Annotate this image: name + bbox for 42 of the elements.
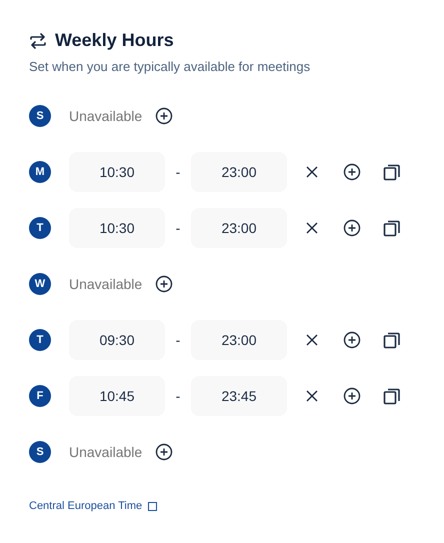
day-badge: S [29, 105, 51, 127]
unavailable-label: Unavailable [69, 444, 142, 460]
add-icon[interactable] [343, 163, 361, 181]
timezone-link[interactable]: Central European Time [29, 500, 142, 512]
start-time-field[interactable]: 10:30 [69, 152, 165, 192]
close-icon[interactable] [305, 389, 319, 403]
range-separator: - [174, 164, 182, 180]
day-badge: T [29, 217, 51, 239]
add-icon[interactable] [155, 443, 174, 461]
copy-icon[interactable] [383, 219, 401, 237]
copy-icon[interactable] [383, 331, 401, 349]
section-title: Weekly Hours [55, 30, 174, 51]
range-separator: - [174, 388, 182, 404]
range-separator: - [174, 220, 182, 236]
day-badge: W [29, 273, 51, 295]
range-separator: - [174, 332, 182, 348]
add-icon[interactable] [343, 331, 361, 349]
start-time-field[interactable]: 10:30 [69, 208, 165, 248]
copy-icon[interactable] [383, 387, 401, 405]
end-time-field[interactable]: 23:45 [191, 376, 287, 416]
close-icon[interactable] [305, 333, 319, 347]
repeat-icon [29, 32, 47, 48]
copy-icon[interactable] [383, 163, 401, 181]
day-badge: S [29, 441, 51, 463]
end-time-field[interactable]: 23:00 [191, 320, 287, 360]
day-badge: T [29, 329, 51, 351]
day-badge: M [29, 161, 51, 183]
end-time-field[interactable]: 23:00 [191, 208, 287, 248]
close-icon[interactable] [305, 221, 319, 235]
day-badge: F [29, 385, 51, 407]
unavailable-label: Unavailable [69, 276, 142, 292]
add-icon[interactable] [155, 275, 174, 293]
section-subtitle: Set when you are typically available for meetings [29, 59, 312, 74]
add-icon[interactable] [343, 219, 361, 237]
start-time-field[interactable]: 09:30 [69, 320, 165, 360]
start-time-field[interactable]: 10:45 [69, 376, 165, 416]
end-time-field[interactable]: 23:00 [191, 152, 287, 192]
unavailable-label: Unavailable [69, 108, 142, 124]
add-icon[interactable] [343, 387, 361, 405]
square-icon [148, 502, 158, 510]
close-icon[interactable] [305, 165, 319, 179]
add-icon[interactable] [155, 107, 174, 125]
